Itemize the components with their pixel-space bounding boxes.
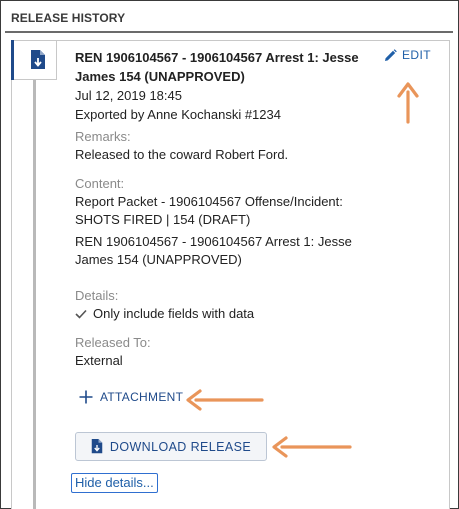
timeline-line <box>33 80 36 509</box>
download-release-button[interactable]: DOWNLOAD RELEASE <box>75 432 267 461</box>
annotation-arrow-left <box>186 389 264 411</box>
remarks-value: Released to the coward Robert Ford. <box>75 147 289 162</box>
download-release-label: DOWNLOAD RELEASE <box>109 439 252 454</box>
attachment-label: ATTACHMENT <box>100 390 184 404</box>
content-item-line: REN 1906104567 - 1906104567 Arrest 1: Je… <box>75 234 352 249</box>
checkmark-icon <box>75 309 87 319</box>
exported-by: Exported by Anne Kochanski #1234 <box>75 107 281 122</box>
plus-icon <box>79 390 93 404</box>
edit-button[interactable]: EDIT <box>384 48 431 62</box>
section-title: RELEASE HISTORY <box>11 11 126 25</box>
content-item-line: Report Packet - 1906104567 Offense/Incid… <box>75 194 343 209</box>
add-attachment-button[interactable]: ATTACHMENT <box>79 390 183 404</box>
details-value: Only include fields with data <box>93 306 255 321</box>
annotation-arrow-up <box>397 82 419 124</box>
edit-label: EDIT <box>402 48 431 62</box>
content-label: Content: <box>75 176 125 191</box>
hide-details-link[interactable]: Hide details... <box>71 473 158 493</box>
release-title: REN 1906104567 - 1906104567 Arrest 1: Je… <box>75 48 365 86</box>
details-label: Details: <box>75 288 119 303</box>
pencil-icon <box>385 48 397 61</box>
release-title-line: REN 1906104567 - 1906104567 Arrest 1: Je… <box>75 50 359 65</box>
details-item: Only include fields with data <box>75 304 254 323</box>
document-download-icon <box>31 50 45 69</box>
document-download-icon <box>91 439 103 454</box>
section-divider <box>5 31 453 33</box>
content-item-line: SHOTS FIRED | 154 (DRAFT) <box>75 212 251 227</box>
annotation-arrow-left <box>272 436 352 458</box>
content-item-line: James 154 (UNAPPROVED) <box>75 252 242 267</box>
released-to-value: External <box>75 353 123 368</box>
remarks-label: Remarks: <box>75 129 131 144</box>
release-title-line: James 154 (UNAPPROVED) <box>75 69 245 84</box>
released-to-label: Released To: <box>75 335 151 350</box>
release-date: Jul 12, 2019 18:45 <box>75 88 182 103</box>
